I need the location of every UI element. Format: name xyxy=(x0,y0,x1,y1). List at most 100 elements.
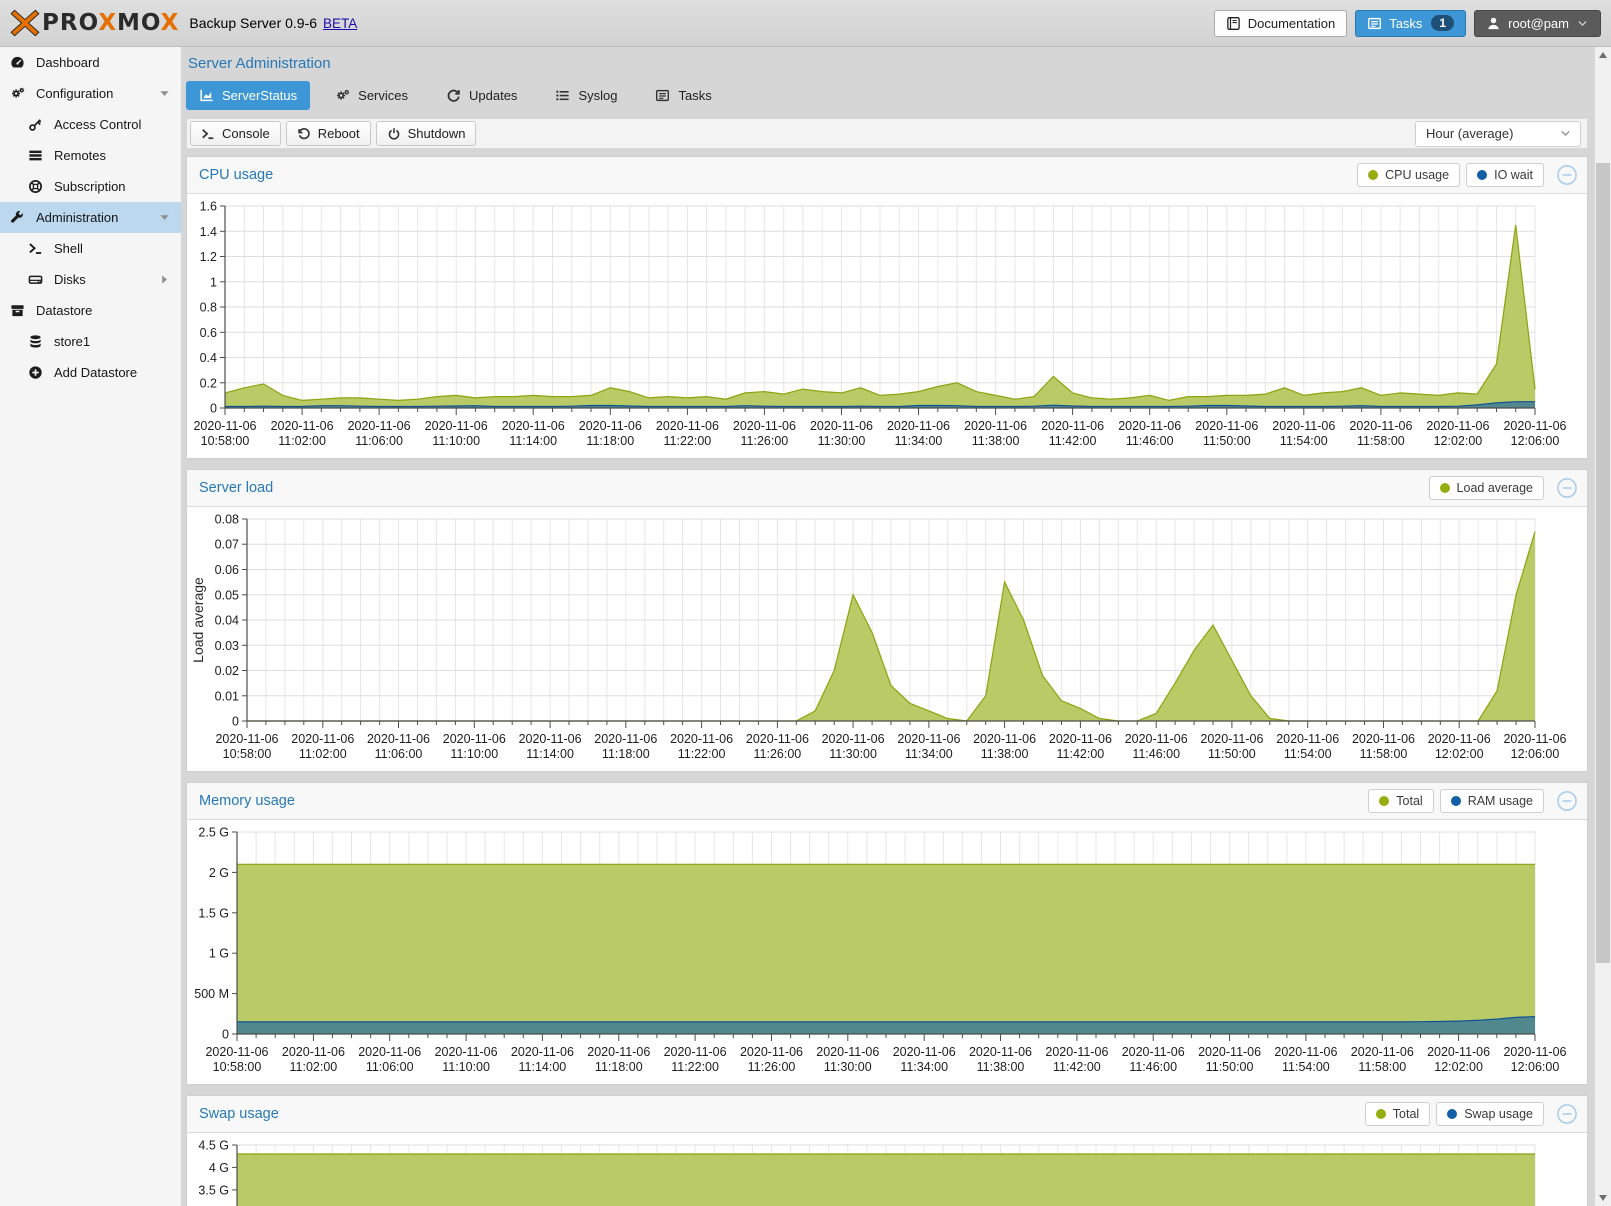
page-title: Server Administration xyxy=(188,55,1586,72)
documentation-button[interactable]: Documentation xyxy=(1214,10,1347,37)
sidebar-item-remotes[interactable]: Remotes xyxy=(0,140,181,171)
svg-text:11:54:00: 11:54:00 xyxy=(1282,1060,1330,1074)
legend-dot xyxy=(1368,170,1378,180)
chevron-right-icon[interactable] xyxy=(158,273,171,286)
tab-tasks[interactable]: Tasks xyxy=(642,81,724,110)
panel-header: Swap usage Total Swap usage xyxy=(187,1096,1587,1133)
chevron-down-icon[interactable] xyxy=(158,87,171,100)
hdd-icon xyxy=(28,272,45,287)
collapse-panel-icon[interactable] xyxy=(1556,164,1578,186)
legend-load-average[interactable]: Load average xyxy=(1429,476,1544,500)
svg-text:2020-11-06: 2020-11-06 xyxy=(1041,419,1104,433)
timeframe-select[interactable]: Hour (average) xyxy=(1415,121,1581,147)
svg-text:11:30:00: 11:30:00 xyxy=(824,1060,872,1074)
sidebar-item-access-control[interactable]: Access Control xyxy=(0,109,181,140)
svg-text:0.05: 0.05 xyxy=(215,588,239,602)
collapse-panel-icon[interactable] xyxy=(1556,477,1578,499)
svg-text:1: 1 xyxy=(210,275,217,289)
sidebar-item-store1[interactable]: store1 xyxy=(0,326,181,357)
tab-syslog[interactable]: Syslog xyxy=(542,81,630,110)
tab-services[interactable]: Services xyxy=(322,81,421,110)
svg-text:11:02:00: 11:02:00 xyxy=(299,747,347,761)
svg-text:2020-11-06: 2020-11-06 xyxy=(1122,1045,1185,1059)
svg-text:0.06: 0.06 xyxy=(215,563,239,577)
svg-text:2020-11-06: 2020-11-06 xyxy=(348,419,411,433)
legend-swap-usage[interactable]: Swap usage xyxy=(1436,1102,1544,1126)
legend-dot xyxy=(1447,1109,1457,1119)
svg-text:11:46:00: 11:46:00 xyxy=(1132,747,1180,761)
vertical-scrollbar[interactable] xyxy=(1595,47,1611,1206)
sidebar-item-dashboard[interactable]: Dashboard xyxy=(0,47,181,78)
scrollbar-up-arrow[interactable] xyxy=(1595,47,1611,63)
chevron-down-icon[interactable] xyxy=(158,211,171,224)
sidebar-item-configuration[interactable]: Configuration xyxy=(0,78,181,109)
svg-text:12:02:00: 12:02:00 xyxy=(1434,1060,1483,1074)
sidebar-item-subscription[interactable]: Subscription xyxy=(0,171,181,202)
tab-serverstatus[interactable]: ServerStatus xyxy=(186,81,310,110)
svg-text:2020-11-06: 2020-11-06 xyxy=(740,1045,803,1059)
svg-text:0.01: 0.01 xyxy=(215,689,239,703)
panel-header: Memory usage Total RAM usage xyxy=(187,783,1587,820)
swap-usage-panel: Swap usage Total Swap usage 0500 M1 G1.5… xyxy=(186,1095,1588,1206)
svg-text:11:02:00: 11:02:00 xyxy=(278,434,326,448)
tab-updates[interactable]: Updates xyxy=(433,81,530,110)
legend-cpu-usage[interactable]: CPU usage xyxy=(1357,163,1460,187)
legend-io-wait[interactable]: IO wait xyxy=(1466,163,1544,187)
svg-text:0.2: 0.2 xyxy=(200,376,217,390)
legend-dot xyxy=(1451,796,1461,806)
user-menu-button[interactable]: root@pam xyxy=(1474,10,1601,37)
sidebar-item-administration[interactable]: Administration xyxy=(0,202,181,233)
svg-text:11:50:00: 11:50:00 xyxy=(1206,1060,1254,1074)
svg-text:2020-11-06: 2020-11-06 xyxy=(443,732,506,746)
gauge-icon xyxy=(10,55,27,70)
svg-text:11:26:00: 11:26:00 xyxy=(741,434,789,448)
collapse-panel-icon[interactable] xyxy=(1556,1103,1578,1125)
beta-link[interactable]: BETA xyxy=(323,16,357,31)
chart-area-icon xyxy=(199,88,214,103)
svg-text:2020-11-06: 2020-11-06 xyxy=(193,419,256,433)
tasks-button[interactable]: Tasks 1 xyxy=(1355,10,1466,37)
sidebar-item-add-datastore[interactable]: Add Datastore xyxy=(0,357,181,388)
svg-text:2020-11-06: 2020-11-06 xyxy=(282,1045,345,1059)
legend-dot xyxy=(1376,1109,1386,1119)
console-button[interactable]: Console xyxy=(190,121,281,146)
archive-box-icon xyxy=(10,303,27,318)
svg-text:11:34:00: 11:34:00 xyxy=(895,434,943,448)
svg-text:Load average: Load average xyxy=(190,577,206,663)
svg-text:2020-11-06: 2020-11-06 xyxy=(1049,732,1112,746)
sidebar-item-disks[interactable]: Disks xyxy=(0,264,181,295)
scrollbar-down-arrow[interactable] xyxy=(1595,1190,1611,1206)
sidebar-item-datastore[interactable]: Datastore xyxy=(0,295,181,326)
terminal-icon xyxy=(201,127,215,141)
panel-title: Swap usage xyxy=(199,1106,279,1122)
list-icon xyxy=(555,88,570,103)
legend-ram-usage[interactable]: RAM usage xyxy=(1440,789,1544,813)
brand-name: PROXMOX xyxy=(42,10,179,36)
svg-text:2020-11-06: 2020-11-06 xyxy=(291,732,354,746)
svg-text:2020-11-06: 2020-11-06 xyxy=(964,419,1027,433)
svg-text:2020-11-06: 2020-11-06 xyxy=(1118,419,1181,433)
shutdown-button[interactable]: Shutdown xyxy=(376,121,477,146)
legend-total[interactable]: Total xyxy=(1368,789,1433,813)
sidebar-item-shell[interactable]: Shell xyxy=(0,233,181,264)
svg-text:11:22:00: 11:22:00 xyxy=(664,434,712,448)
svg-text:11:50:00: 11:50:00 xyxy=(1203,434,1251,448)
svg-text:2020-11-06: 2020-11-06 xyxy=(1352,732,1415,746)
svg-text:11:46:00: 11:46:00 xyxy=(1126,434,1174,448)
svg-text:2020-11-06: 2020-11-06 xyxy=(425,419,488,433)
legend: CPU usage IO wait xyxy=(1357,163,1587,187)
server-load-panel: Server load Load average 00.010.020.030.… xyxy=(186,469,1588,772)
svg-text:11:18:00: 11:18:00 xyxy=(602,747,650,761)
svg-text:11:42:00: 11:42:00 xyxy=(1049,434,1097,448)
panel-body: 0500 M1 G1.5 G2 G2.5 G2020-11-0610:58:00… xyxy=(187,820,1587,1084)
svg-text:2020-11-06: 2020-11-06 xyxy=(1351,1045,1414,1059)
scrollbar-thumb[interactable] xyxy=(1596,163,1610,963)
chart-panels: CPU usage CPU usage IO wait 00.20.40.60.… xyxy=(186,156,1588,1206)
svg-text:2020-11-06: 2020-11-06 xyxy=(1125,732,1188,746)
legend-total[interactable]: Total xyxy=(1365,1102,1430,1126)
svg-text:11:06:00: 11:06:00 xyxy=(375,747,423,761)
svg-text:11:58:00: 11:58:00 xyxy=(1360,747,1408,761)
swap-usage-chart: 0500 M1 G1.5 G2 G2.5 G3 G3.5 G4 G4.5 G20… xyxy=(187,1133,1587,1206)
reboot-button[interactable]: Reboot xyxy=(286,121,371,146)
collapse-panel-icon[interactable] xyxy=(1556,790,1578,812)
